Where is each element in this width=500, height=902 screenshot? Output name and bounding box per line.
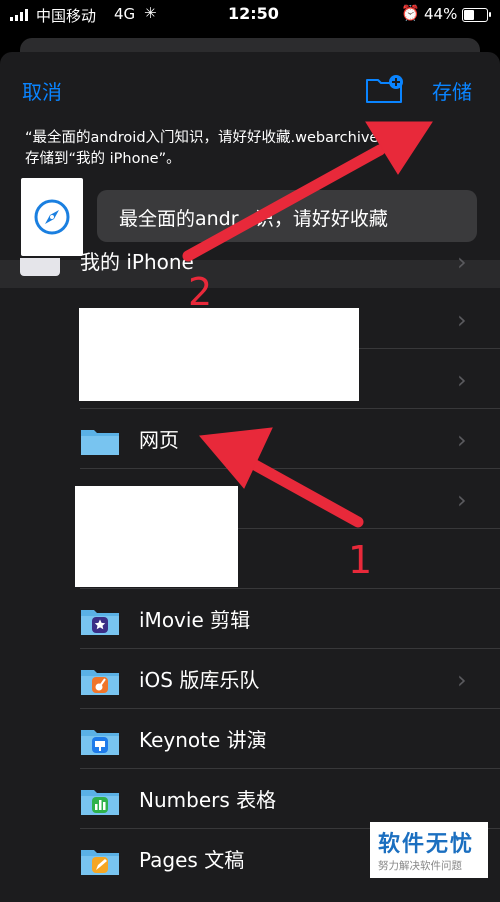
- redaction-block: [79, 308, 359, 401]
- folder-label: Keynote 讲演: [139, 728, 267, 752]
- iphone-device-icon: [20, 258, 60, 276]
- location-row-my-iphone[interactable]: 我的 iPhone ›: [0, 248, 500, 288]
- chevron-right-icon: ›: [457, 248, 467, 276]
- watermark-logo: 软件无忧 努力解决软件问题: [370, 822, 488, 878]
- chevron-right-icon: ›: [457, 366, 467, 394]
- folder-icon: [81, 430, 119, 455]
- file-thumbnail: [21, 178, 83, 256]
- folder-label: Pages 文稿: [139, 848, 245, 872]
- chevron-right-icon: ›: [457, 486, 467, 514]
- folder-row-keynote[interactable]: Keynote 讲演: [0, 709, 500, 769]
- clock: 12:50: [228, 4, 279, 23]
- folder-label: 网页: [139, 428, 179, 452]
- numbers-folder-icon: [81, 790, 119, 815]
- annotation-step-number: 2: [188, 270, 213, 314]
- description-line: 存储到“我的 iPhone”。: [25, 151, 181, 167]
- battery-icon: [462, 8, 491, 22]
- activity-spinner-icon: ✳: [144, 4, 157, 22]
- file-name-field[interactable]: 最全面的andr...识，请好好收藏: [97, 190, 477, 242]
- chevron-right-icon: ›: [457, 306, 467, 334]
- annotation-step-number: 1: [348, 538, 373, 582]
- save-button[interactable]: 存储: [432, 76, 472, 105]
- pages-folder-icon: [81, 850, 119, 875]
- redaction-block: [75, 486, 238, 587]
- folder-row-webpages[interactable]: 网页 ›: [0, 409, 500, 469]
- folder-row-garageband[interactable]: iOS 版库乐队 ›: [0, 649, 500, 709]
- chevron-right-icon: ›: [457, 666, 467, 694]
- cancel-button[interactable]: 取消: [22, 76, 62, 105]
- folder-label: Numbers 表格: [139, 788, 277, 812]
- alarm-icon: ⏰: [401, 4, 420, 22]
- folder-label: iOS 版库乐队: [139, 668, 260, 692]
- save-description: “最全面的android入门知识，请好好收藏.webarchive”将 存储到“…: [25, 128, 480, 170]
- sheet-nav-bar: 取消 存储: [0, 52, 500, 124]
- chevron-right-icon: ›: [457, 426, 467, 454]
- location-label: 我的 iPhone: [80, 250, 194, 274]
- carrier-name: 中国移动: [36, 7, 97, 25]
- imovie-folder-icon: [81, 610, 119, 635]
- keynote-folder-icon: [81, 730, 119, 755]
- battery-percent: 44%: [424, 5, 458, 23]
- save-sheet: 取消 存储 “最全面的android入门知识，请好好收藏.webarchive”…: [0, 52, 500, 902]
- file-name-text: 最全面的andr...识，请好好收藏: [119, 208, 388, 230]
- safari-compass-icon: [34, 199, 70, 235]
- description-line: “最全面的android入门知识，请好好收藏.webarchive”将: [25, 130, 401, 146]
- watermark-text: 软件无忧: [378, 832, 475, 857]
- folder-row-imovie[interactable]: iMovie 剪辑: [0, 589, 500, 649]
- watermark-subtext: 努力解决软件问题: [378, 860, 462, 872]
- network-type: 4G: [114, 5, 136, 23]
- folder-row-numbers[interactable]: Numbers 表格: [0, 769, 500, 829]
- folder-label: iMovie 剪辑: [139, 608, 251, 632]
- signal-strength-icon: [10, 9, 28, 21]
- garageband-folder-icon: [81, 670, 119, 695]
- new-folder-icon[interactable]: [365, 74, 405, 104]
- status-bar: 中国移动 4G ✳ 12:50 ⏰ 44%: [0, 0, 500, 30]
